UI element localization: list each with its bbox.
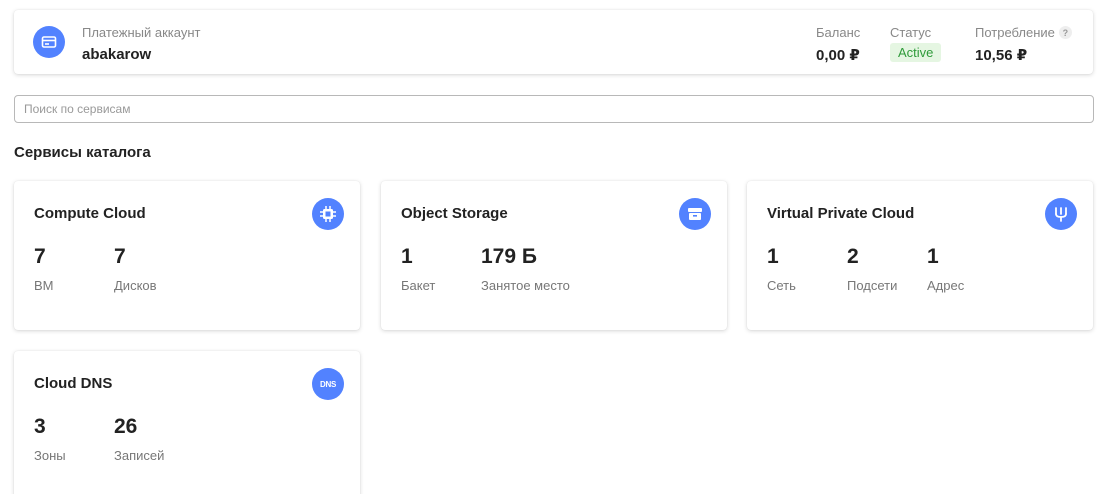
metric-value: 1 [767, 245, 779, 268]
billing-account-name[interactable]: abakarow [82, 46, 151, 63]
network-icon [1045, 198, 1077, 230]
billing-account-label: Платежный аккаунт [82, 25, 201, 40]
status-label: Статус [890, 25, 932, 40]
metric-records: 26 Записей [114, 415, 164, 463]
metric-label: Подсети [847, 278, 898, 293]
metric-value: 26 [114, 415, 138, 438]
metric-label: Бакет [401, 278, 436, 293]
consumption-label-row: Потребление ? [975, 25, 1072, 40]
search-input[interactable] [14, 95, 1094, 123]
dns-icon: DNS [312, 368, 344, 400]
consumption-label: Потребление [975, 25, 1055, 40]
storage-box-icon [679, 198, 711, 230]
metric-value: 7 [114, 245, 126, 268]
help-icon[interactable]: ? [1058, 26, 1072, 39]
service-card-cloud-dns[interactable]: Cloud DNS DNS 3 Зоны 26 Записей [14, 351, 360, 494]
metric-vms: 7 ВМ [34, 245, 54, 293]
metric-subnets: 2 Подсети [847, 245, 897, 293]
service-title: Compute Cloud [34, 205, 146, 222]
metric-value: 1 [927, 245, 939, 268]
consumption-stat: Потребление ? 10,56 ₽ [975, 25, 1072, 64]
balance-value: 0,00 ₽ [816, 47, 860, 64]
chip-icon [312, 198, 344, 230]
balance-stat: Баланс 0,00 ₽ [816, 25, 860, 64]
metric-zones: 3 Зоны [34, 415, 66, 463]
metric-disks: 7 Дисков [114, 245, 157, 293]
metric-value: 179 Б [481, 245, 537, 268]
metric-label: Адрес [927, 278, 965, 293]
dns-icon-text: DNS [320, 379, 336, 389]
service-title: Virtual Private Cloud [767, 205, 915, 222]
metric-value: 1 [401, 245, 413, 268]
status-stat: Статус Active [890, 25, 942, 62]
metric-value: 2 [847, 245, 859, 268]
metric-addresses: 1 Адрес [927, 245, 964, 293]
service-card-compute-cloud[interactable]: Compute Cloud 7 ВМ 7 Дисков [14, 181, 360, 330]
service-card-vpc[interactable]: Virtual Private Cloud 1 Сеть 2 Подсети 1… [747, 181, 1093, 330]
section-title: Сервисы каталога [14, 144, 151, 161]
metric-label: ВМ [34, 278, 54, 293]
service-card-object-storage[interactable]: Object Storage 1 Бакет 179 Б Занятое мес… [381, 181, 727, 330]
metric-label: Сеть [767, 278, 796, 293]
metric-value: 3 [34, 415, 46, 438]
billing-card-icon [33, 26, 65, 58]
balance-label: Баланс [816, 25, 861, 40]
metric-label: Записей [114, 448, 165, 463]
status-badge: Active [890, 43, 942, 62]
service-title: Object Storage [401, 205, 508, 222]
metric-used-space: 179 Б Занятое место [481, 245, 570, 293]
metric-networks: 1 Сеть [767, 245, 796, 293]
service-title: Cloud DNS [34, 375, 113, 392]
metric-label: Занятое место [481, 278, 570, 293]
metric-label: Зоны [34, 448, 66, 463]
metric-buckets: 1 Бакет [401, 245, 435, 293]
metric-label: Дисков [114, 278, 157, 293]
consumption-value: 10,56 ₽ [975, 47, 1028, 64]
billing-account-card[interactable]: Платежный аккаунт abakarow Баланс 0,00 ₽… [14, 10, 1093, 74]
metric-value: 7 [34, 245, 46, 268]
